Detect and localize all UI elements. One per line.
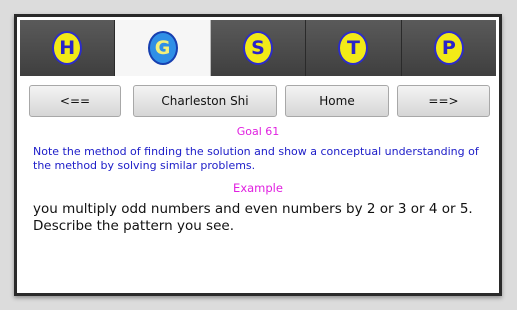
example-text: you multiply odd numbers and even number… — [33, 201, 473, 234]
tab-g[interactable]: G — [115, 20, 211, 76]
g-badge-icon: G — [147, 31, 178, 65]
tab-t[interactable]: T — [306, 20, 402, 76]
instruction-note: Note the method of finding the solution … — [33, 145, 479, 172]
app-window: H G S T P <== Charleston Shi Home ==> Go… — [14, 14, 502, 296]
next-button[interactable]: ==> — [397, 85, 490, 117]
tab-s[interactable]: S — [210, 20, 307, 76]
tab-h[interactable]: H — [20, 20, 116, 76]
home-button[interactable]: Home — [285, 85, 389, 117]
nav-row: <== Charleston Shi Home ==> — [29, 85, 491, 117]
goal-heading: Goal 61 — [236, 125, 280, 138]
s-badge-icon: S — [243, 31, 274, 65]
name-button[interactable]: Charleston Shi — [133, 85, 277, 117]
p-badge-icon: P — [433, 31, 464, 65]
t-badge-icon: T — [338, 31, 369, 65]
example-heading: Example — [233, 181, 283, 195]
tab-p[interactable]: P — [401, 20, 497, 76]
tab-bar: H G S T P — [20, 20, 497, 76]
prev-button[interactable]: <== — [29, 85, 121, 117]
h-badge-icon: H — [52, 31, 83, 65]
